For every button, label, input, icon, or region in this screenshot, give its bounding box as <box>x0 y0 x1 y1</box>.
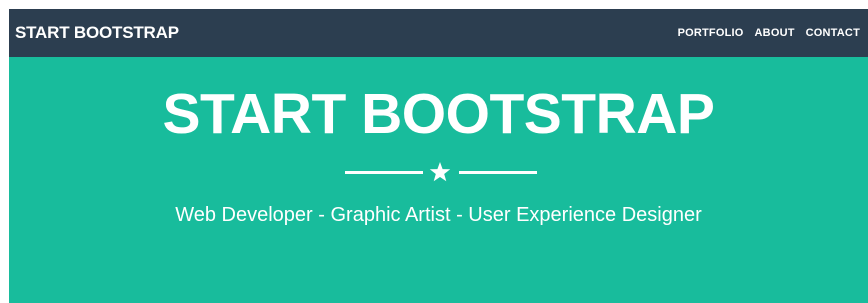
brand-link[interactable]: START BOOTSTRAP <box>15 9 179 57</box>
divider-line-left <box>345 171 423 174</box>
divider-line-right <box>459 171 537 174</box>
page: START BOOTSTRAP PORTFOLIO ABOUT CONTACT … <box>0 0 868 303</box>
hero-subtitle: Web Developer - Graphic Artist - User Ex… <box>175 204 702 226</box>
star-icon <box>429 162 451 182</box>
navbar: START BOOTSTRAP PORTFOLIO ABOUT CONTACT <box>9 9 868 57</box>
nav-link-contact[interactable]: CONTACT <box>806 27 860 39</box>
star-divider <box>345 162 537 182</box>
nav-links: PORTFOLIO ABOUT CONTACT <box>678 9 860 57</box>
site-frame: START BOOTSTRAP PORTFOLIO ABOUT CONTACT … <box>9 9 868 303</box>
hero-section: START BOOTSTRAP Web Developer - Graphic … <box>9 57 868 303</box>
nav-link-about[interactable]: ABOUT <box>755 27 795 39</box>
hero-title: START BOOTSTRAP <box>162 82 715 146</box>
nav-link-portfolio[interactable]: PORTFOLIO <box>678 27 744 39</box>
